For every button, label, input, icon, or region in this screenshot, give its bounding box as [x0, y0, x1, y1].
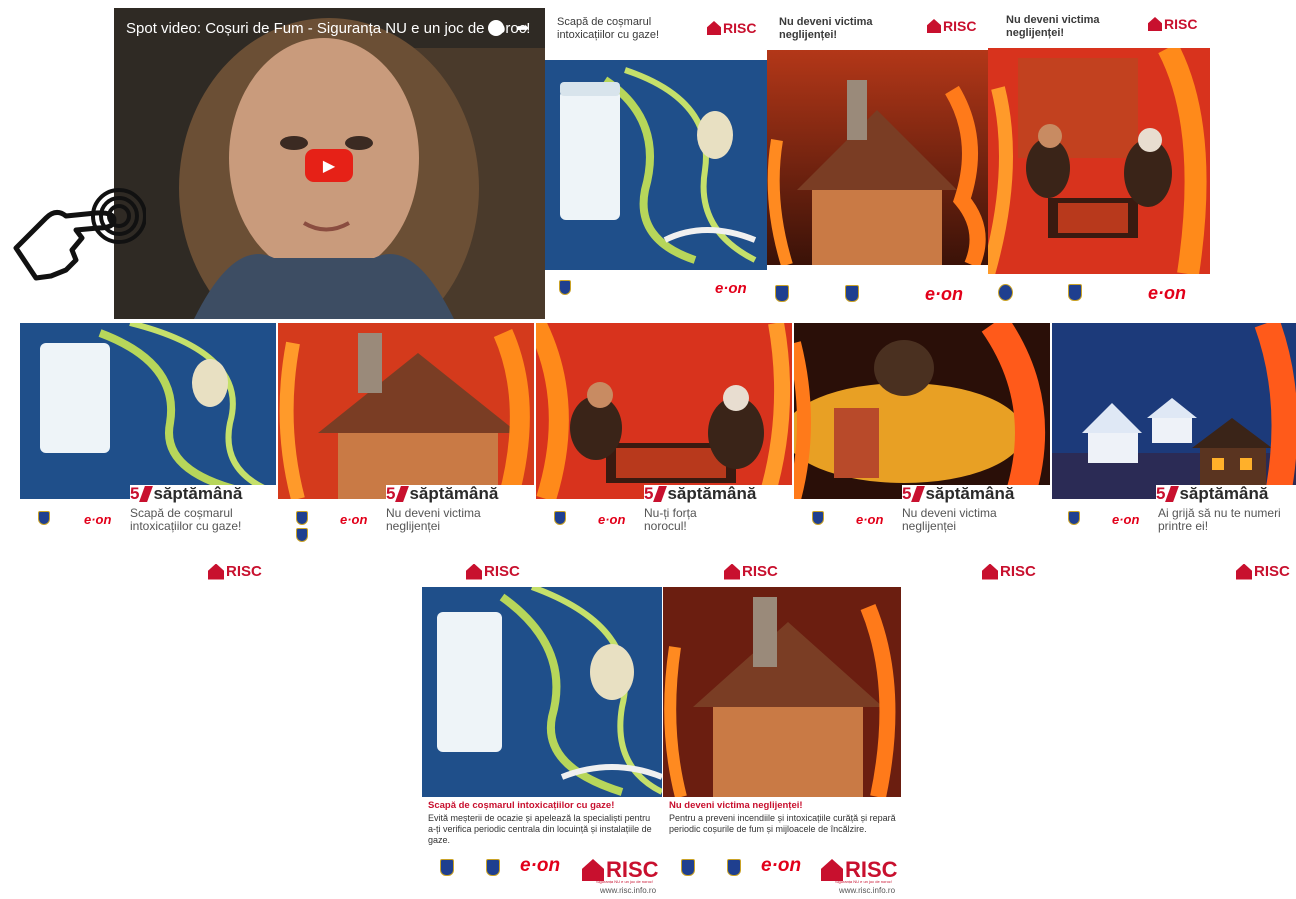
boiler-illustration: [545, 60, 767, 270]
week-band: 5 săptămână: [1156, 484, 1296, 503]
poster-headline: Ai grijă să nu te numeri printre ei!: [1158, 506, 1281, 533]
risc-logo: RISC: [982, 563, 1036, 580]
crest-icon: [486, 859, 500, 876]
boiler-illustration: [422, 587, 662, 797]
house-fire-illustration: [278, 323, 534, 499]
house-icon: [1148, 17, 1162, 31]
eon-logo: e·on: [84, 512, 112, 527]
house-fire-illustration: [663, 587, 901, 797]
risc-logo: RISC: [724, 563, 778, 580]
eon-logo: e·on: [761, 855, 802, 876]
wide-poster-gas[interactable]: 5 săptămână e·on Scapă de coșmarul intox…: [20, 323, 276, 583]
crest-icon: [559, 280, 571, 295]
poster-headline: Nu-ți forța norocul!: [644, 506, 697, 533]
eon-logo: e·on: [598, 512, 626, 527]
slash-icon: [653, 486, 668, 502]
eon-logo: e·on: [925, 284, 963, 304]
poster-headline: Nu deveni victima neglijenței: [902, 506, 997, 533]
risc-url[interactable]: www.risc.info.ro: [600, 886, 656, 895]
wide-poster-chimney[interactable]: 5 săptămână e·on Nu deveni victima negli…: [794, 323, 1050, 583]
wide-poster-village[interactable]: 5 săptămână e·on Ai grijă să nu te numer…: [1052, 323, 1296, 583]
house-icon: [821, 859, 843, 881]
wide-poster-fire[interactable]: 5 săptămână e·on Nu deveni victima negli…: [278, 323, 534, 583]
poster-gas-top[interactable]: Scapă de coșmarul intoxicațiilor cu gaze…: [545, 8, 767, 319]
play-icon: ▶: [322, 157, 336, 175]
house-icon: [582, 859, 604, 881]
video-thumbnail[interactable]: Spot video: Coșuri de Fum - Siguranța NU…: [114, 8, 545, 319]
crest-icon: [775, 285, 789, 302]
risc-logo: RISC: [927, 18, 976, 34]
eon-logo: e·on: [715, 280, 747, 297]
poster-headline: Nu deveni victima neglijenței!: [1006, 14, 1100, 39]
eon-logo: e·on: [340, 512, 368, 527]
card-players-illustration: [536, 323, 792, 499]
risc-slogan: Siguranța NU e un joc de noroc!: [596, 879, 653, 884]
pointing-hand-icon: [13, 188, 146, 281]
slash-icon: [911, 486, 926, 502]
house-icon: [1236, 563, 1252, 580]
poster-headline: Nu deveni victima neglijenței: [386, 506, 481, 533]
eon-logo: e·on: [1148, 283, 1186, 303]
risc-slogan: Siguranța NU e un joc de noroc!: [835, 879, 892, 884]
week-band: 5 săptămână: [902, 484, 1050, 503]
risc-logo: RISC: [208, 563, 262, 580]
risc-logo: RISC: [707, 20, 756, 36]
slash-icon: [139, 486, 154, 502]
poster-body: Evită meșterii de ocazie și apelează la …: [428, 813, 652, 845]
clock-icon[interactable]: [488, 20, 504, 36]
card-players-illustration: [988, 48, 1210, 274]
house-icon: [724, 563, 740, 580]
poster-headline: Nu deveni victima neglijenței!: [669, 800, 803, 811]
crest-icon: [727, 859, 741, 876]
slash-icon: [1165, 486, 1180, 502]
crest-icon: [998, 284, 1013, 301]
poster-fire-top[interactable]: Nu deveni victima neglijenței! RISC e·on: [767, 8, 988, 319]
risc-logo: RISC: [1148, 16, 1197, 32]
crest-icon: [1068, 284, 1082, 301]
poster-headline: Nu deveni victima neglijenței!: [779, 16, 873, 41]
crest-icon: [681, 859, 695, 876]
house-fire-illustration: [767, 50, 988, 265]
house-icon: [707, 21, 721, 35]
crest-icon: [296, 528, 308, 542]
house-icon: [982, 563, 998, 580]
poster-headline: Scapă de coșmarul intoxicațiilor cu gaze…: [557, 16, 660, 41]
house-icon: [208, 563, 224, 580]
crest-icon: [296, 511, 308, 525]
week-band: 5 săptămână: [644, 484, 792, 503]
risc-logo: RISC: [1236, 563, 1290, 580]
house-icon: [466, 563, 482, 580]
bottom-poster-gas[interactable]: Scapă de coșmarul intoxicațiilor cu gaze…: [422, 587, 662, 899]
risc-logo: RISC: [466, 563, 520, 580]
crest-icon: [812, 511, 824, 525]
crest-icon: [440, 859, 454, 876]
village-fire-illustration: [1052, 323, 1296, 499]
eon-logo: e·on: [1112, 512, 1140, 527]
eon-logo: e·on: [856, 512, 884, 527]
crest-icon: [38, 511, 50, 525]
crest-icon: [554, 511, 566, 525]
bottom-poster-fire[interactable]: Nu deveni victima neglijenței! Pentru a …: [663, 587, 901, 899]
video-title[interactable]: Spot video: Coșuri de Fum - Siguranța NU…: [126, 20, 530, 37]
house-icon: [927, 19, 941, 33]
slash-icon: [395, 486, 410, 502]
play-button[interactable]: ▶: [305, 149, 353, 182]
crest-icon: [845, 285, 859, 302]
poster-body: Pentru a preveni incendiile și intoxicaț…: [669, 813, 896, 834]
poster-headline: Scapă de coșmarul intoxicațiilor cu gaze…: [428, 800, 615, 811]
wide-poster-players[interactable]: 5 săptămână e·on Nu-ți forța norocul! RI…: [536, 323, 792, 583]
chimney-fire-illustration: [794, 323, 1050, 499]
crest-icon: [1068, 511, 1080, 525]
poster-headline: Scapă de coșmarul intoxicațiilor cu gaze…: [130, 506, 242, 533]
risc-url[interactable]: www.risc.info.ro: [839, 886, 895, 895]
week-band: 5 săptămână: [386, 484, 534, 503]
boiler-illustration: [20, 323, 276, 499]
poster-players-top[interactable]: Nu deveni victima neglijenței! RISC e·on: [988, 8, 1210, 319]
eon-logo: e·on: [520, 855, 561, 876]
share-icon[interactable]: ➦: [516, 18, 529, 38]
week-band: 5 săptămână: [130, 484, 276, 503]
